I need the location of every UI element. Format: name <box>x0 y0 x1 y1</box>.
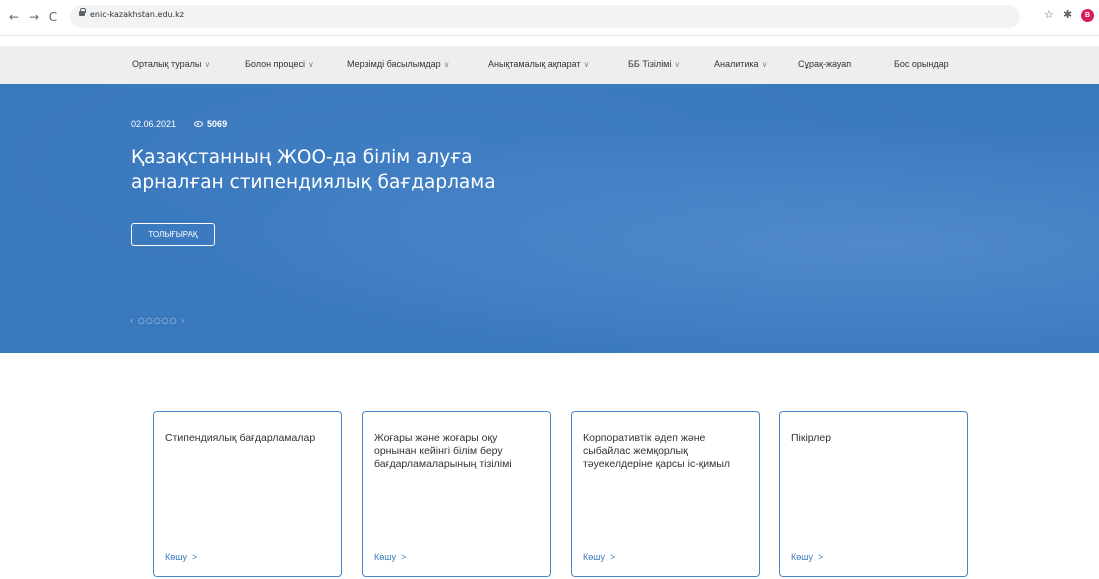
card-link[interactable]: Көшу > <box>374 552 406 562</box>
card-title: Пікірлер <box>791 432 832 444</box>
back-icon[interactable]: ← <box>6 9 22 25</box>
card-scholarships[interactable]: Стипендиялық бағдарламалар Көшу > <box>153 411 342 577</box>
chevron-right-icon: > <box>817 552 824 562</box>
reload-icon[interactable]: C <box>45 9 61 25</box>
extensions-icon[interactable]: ✱ <box>1063 8 1072 21</box>
nav-item-label: Бос орындар <box>894 59 949 69</box>
chevron-down-icon: ∨ <box>308 60 314 69</box>
chevron-down-icon: ∨ <box>761 60 768 69</box>
nav-item-periodicals[interactable]: Мерзімді басылымдар ∨ <box>347 59 450 69</box>
nav-item-analytics[interactable]: Аналитика ∨ <box>714 59 767 69</box>
card-link-label: Көшу <box>791 552 813 562</box>
slider-pagination[interactable]: ‹ ○○○○○ › <box>130 316 185 325</box>
forward-icon[interactable]: → <box>26 9 42 25</box>
chevron-right-icon: > <box>609 552 616 562</box>
nav-item-label: Орталық туралы <box>132 59 202 69</box>
chevron-down-icon: ∨ <box>204 60 211 69</box>
browser-toolbar: ← → C enic-kazakhstan.edu.kz ☆ ✱ B <box>0 0 1099 36</box>
nav-item-vacancies[interactable]: Бос орындар <box>894 59 949 69</box>
bookmark-star-icon[interactable]: ☆ <box>1044 8 1054 21</box>
main-nav: Орталық туралы ∨ Болон процесі ∨ Мерзімді … <box>0 46 1099 84</box>
card-link-label: Көшу <box>583 552 605 562</box>
nav-item-bologna[interactable]: Болон процесі ∨ <box>245 59 314 69</box>
card-link-label: Көшу <box>374 552 396 562</box>
card-link[interactable]: Көшу > <box>791 552 823 562</box>
nav-item-label: Аналитика <box>714 59 759 69</box>
hero-meta: 02.06.2021 5069 <box>131 119 227 129</box>
address-bar[interactable]: enic-kazakhstan.edu.kz <box>70 5 1020 28</box>
nav-item-label: Сұрақ-жауап <box>798 59 852 69</box>
hero-banner: 02.06.2021 5069 Қазақстанның ЖОО-да білі… <box>0 84 1099 353</box>
nav-item-label: Мерзімді басылымдар <box>347 59 441 69</box>
nav-item-registry[interactable]: ББ Тізілімі ∨ <box>628 59 680 69</box>
eye-icon <box>194 121 204 127</box>
card-anti-corruption[interactable]: Корпоративтік әдеп және сыбайлас жемқорл… <box>571 411 760 577</box>
nav-item-reference[interactable]: Анықтамалық ақпарат ∨ <box>488 59 589 69</box>
card-title: Корпоративтік әдеп және сыбайлас жемқорл… <box>583 432 731 470</box>
hero-title: Қазақстанның ЖОО-да білім алуға арналған… <box>131 147 496 193</box>
view-count: 5069 <box>207 119 228 129</box>
nav-item-faq[interactable]: Сұрақ-жауап <box>798 59 851 69</box>
card-program-registry[interactable]: Жоғары және жоғары оқу орнынан кейінгі б… <box>362 411 551 577</box>
nav-item-label: Болон процесі <box>245 59 305 69</box>
card-link-label: Көшу <box>165 552 187 562</box>
chevron-down-icon: ∨ <box>443 60 450 69</box>
chevron-right-icon: > <box>191 552 198 562</box>
nav-item-label: ББ Тізілімі <box>628 59 672 69</box>
url-text: enic-kazakhstan.edu.kz <box>90 10 184 19</box>
chevron-down-icon: ∨ <box>674 60 681 69</box>
nav-item-label: Анықтамалық ақпарат <box>488 59 581 69</box>
read-more-button[interactable]: ТОЛЫҒЫРАҚ <box>131 223 215 246</box>
chevron-down-icon: ∨ <box>583 60 590 69</box>
card-title: Жоғары және жоғары оқу орнынан кейінгі б… <box>374 432 512 470</box>
nav-item-about[interactable]: Орталық туралы ∨ <box>132 59 210 69</box>
card-link[interactable]: Көшу > <box>165 552 197 562</box>
card-title: Стипендиялық бағдарламалар <box>165 432 316 444</box>
card-feedback[interactable]: Пікірлер Көшу > <box>779 411 968 577</box>
profile-avatar[interactable]: B <box>1081 9 1094 22</box>
post-date: 02.06.2021 <box>131 119 177 129</box>
chevron-right-icon: > <box>400 552 407 562</box>
card-link[interactable]: Көшу > <box>583 552 615 562</box>
lock-icon <box>79 8 86 16</box>
